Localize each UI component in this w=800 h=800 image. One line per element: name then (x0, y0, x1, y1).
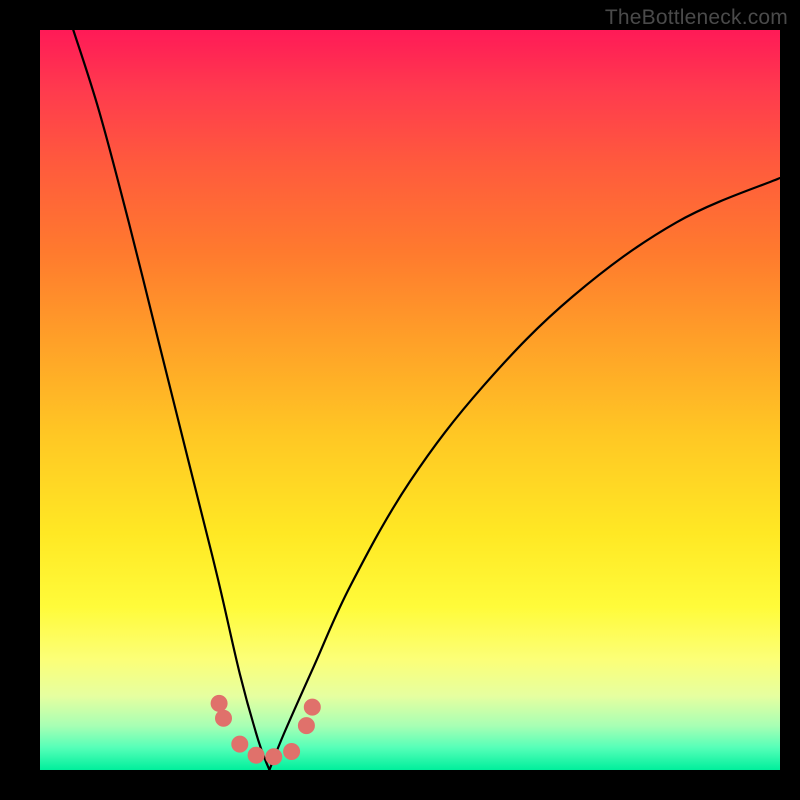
data-point (216, 710, 232, 726)
data-point (232, 736, 248, 752)
chart-frame: TheBottleneck.com (0, 0, 800, 800)
chart-svg (40, 30, 780, 770)
data-point (248, 747, 264, 763)
data-point (304, 699, 320, 715)
data-point (284, 744, 300, 760)
data-point (298, 718, 314, 734)
watermark-text: TheBottleneck.com (605, 6, 788, 30)
data-point (211, 695, 227, 711)
data-point (266, 749, 282, 765)
plot-area (40, 30, 780, 770)
left-curve (73, 30, 269, 770)
right-curve (269, 178, 780, 770)
data-points (211, 695, 320, 764)
